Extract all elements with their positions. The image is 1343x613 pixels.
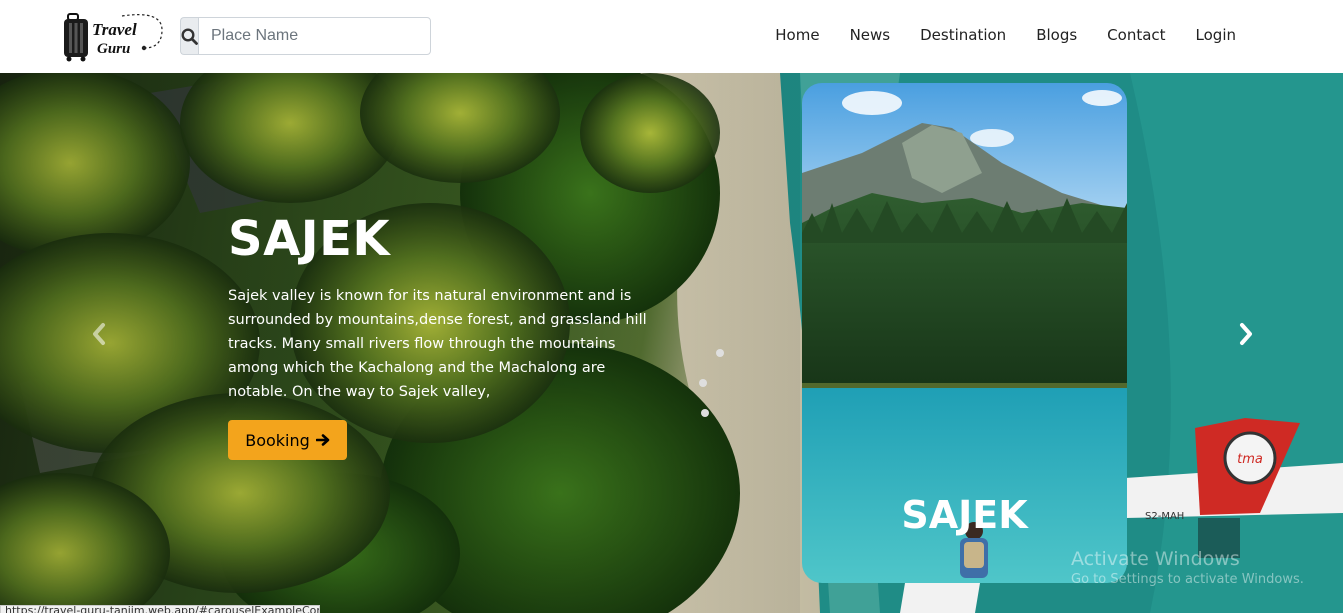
nav-destination[interactable]: Destination — [905, 26, 1021, 44]
watermark-subtitle: Go to Settings to activate Windows. — [1071, 572, 1304, 587]
watermark-title: Activate Windows — [1071, 548, 1240, 570]
nav-blogs[interactable]: Blogs — [1021, 26, 1092, 44]
svg-text:tma: tma — [1237, 452, 1263, 467]
chevron-right-icon — [1240, 323, 1252, 345]
navbar: Travel Guru Home News Destination Blogs … — [0, 0, 1343, 73]
nav-contact[interactable]: Contact — [1092, 26, 1180, 44]
booking-button[interactable]: Booking — [228, 420, 347, 460]
arrow-right-icon — [315, 434, 330, 446]
svg-text:S2-MAH: S2-MAH — [1145, 511, 1184, 522]
nav-login[interactable]: Login — [1181, 26, 1236, 44]
carousel-next-button[interactable] — [1233, 319, 1259, 349]
hero-title: SAJEK — [228, 211, 391, 267]
travel-guru-logo[interactable]: Travel Guru — [62, 10, 166, 62]
nav-home[interactable]: Home — [760, 26, 834, 44]
search-group — [180, 17, 431, 55]
destination-card-title: SAJEK — [901, 493, 1028, 537]
search-icon — [181, 27, 198, 45]
place-search-input[interactable] — [198, 17, 431, 55]
carousel-prev-button[interactable] — [86, 319, 112, 349]
chevron-left-icon — [93, 323, 105, 345]
svg-text:Travel: Travel — [92, 20, 137, 39]
booking-button-label: Booking — [245, 430, 310, 450]
windows-activation-watermark: Activate Windows Go to Settings to activ… — [1071, 548, 1304, 587]
nav-news[interactable]: News — [835, 26, 906, 44]
nav-menu: Home News Destination Blogs Contact Logi… — [760, 26, 1236, 44]
browser-status-url: https://travel-guru-tanjim.web.app/#caro… — [0, 605, 320, 613]
destination-card[interactable]: SAJEK — [802, 83, 1127, 583]
hero-carousel: tma S2-MAH SAJEK Sajek valley is known f… — [0, 73, 1343, 613]
svg-text:Guru: Guru — [97, 41, 130, 57]
search-button[interactable] — [180, 17, 198, 55]
hero-description: Sajek valley is known for its natural en… — [228, 288, 647, 400]
